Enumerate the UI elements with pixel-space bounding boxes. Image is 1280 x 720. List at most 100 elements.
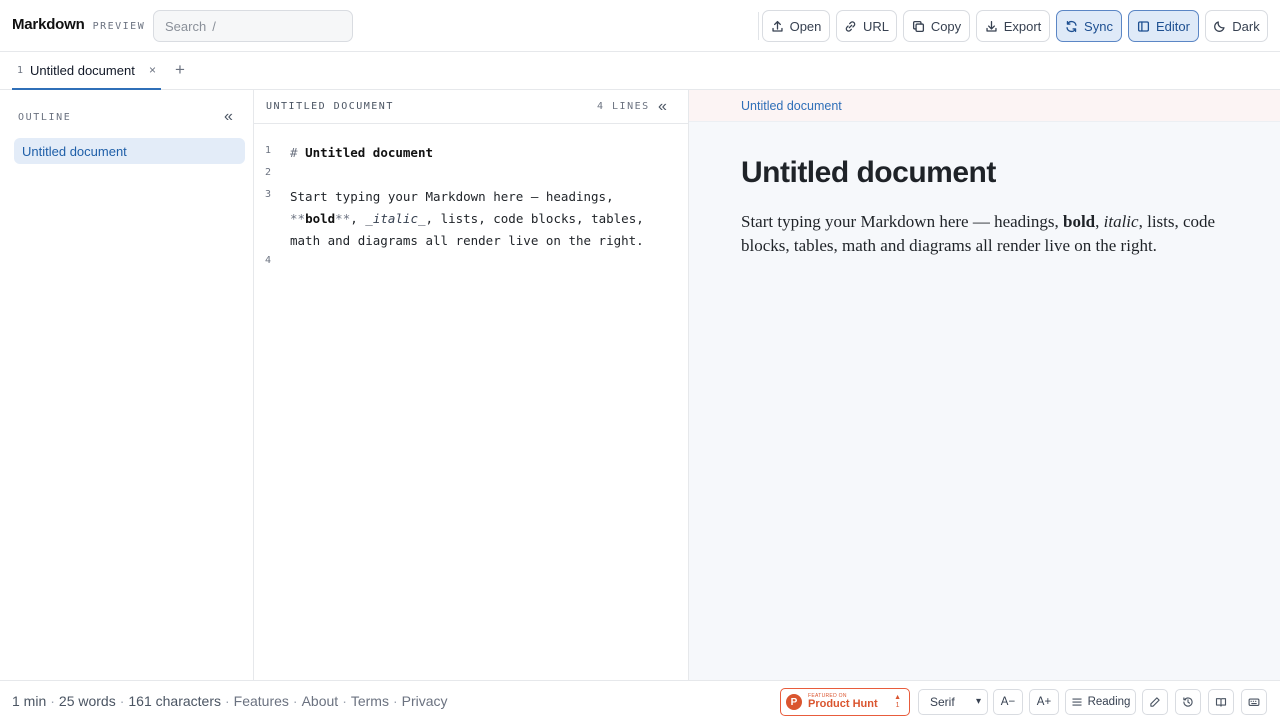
dark-mode-button[interactable]: Dark [1205,10,1268,42]
word-count: 25 words [58,693,116,709]
sync-icon [1066,20,1077,32]
char-count: 161 characters [128,693,221,709]
url-button[interactable]: URL [836,10,897,42]
copy-label: Copy [930,18,962,34]
increase-font-button[interactable]: A+ [1029,689,1059,715]
product-hunt-text: FEATURED ON Product Hunt [808,694,878,710]
font-select-value: Serif [930,695,955,709]
reading-icon [1071,698,1082,706]
search-input[interactable]: Search / [153,10,353,42]
upvote-icon: ▲ [894,694,901,701]
preview-italic: italic [1103,212,1139,231]
separator: · [225,693,230,709]
md-bold-text: bold [305,211,336,226]
code-line: **bold**, _italic_, lists, code blocks, … [290,208,644,230]
keyboard-button[interactable] [1241,689,1267,715]
brand-name: Markdown [12,16,85,33]
privacy-link[interactable]: Privacy [402,693,448,709]
reading-label: Reading [1087,696,1131,708]
dark-label: Dark [1232,18,1260,34]
code-line: math and diagrams all render live on the… [290,233,644,248]
moon-icon [1214,20,1225,32]
link-icon [845,20,856,32]
md-heading-mark: # [290,145,306,160]
product-hunt-badge[interactable]: P FEATURED ON Product Hunt ▲ 1 [780,688,910,716]
chevron-down-icon: ▾ [975,696,981,707]
md-text: , [350,211,366,226]
top-bar: Markdown PREVIEW Search / Open URL Copy … [0,0,1280,52]
preview-text: , [1095,212,1104,231]
separator: · [342,693,347,709]
preview-heading: Untitled document [741,156,996,189]
product-hunt-label: Product Hunt [808,698,878,710]
copy-button[interactable]: Copy [903,10,970,42]
close-icon[interactable]: × [149,63,156,77]
outline-sidebar: OUTLINE « Untitled document [0,90,254,680]
pencil-button[interactable] [1142,689,1168,715]
outline-item[interactable]: Untitled document [14,138,245,164]
pencil-icon [1150,697,1160,707]
document-stats: 1 min · 25 words · 161 characters · Feat… [12,693,448,709]
url-label: URL [862,18,889,34]
collapse-editor-icon[interactable]: « [658,99,667,115]
decrease-font-button[interactable]: A− [993,689,1023,715]
sync-button[interactable]: Sync [1056,10,1122,42]
book-button[interactable] [1208,689,1234,715]
tab-document[interactable]: 1 Untitled document × [12,52,161,90]
breadcrumb: Untitled document [689,90,1280,122]
separator: · [119,693,125,709]
line-number: 3 [265,189,272,200]
preview-pane: Untitled document Untitled document Star… [689,90,1280,680]
md-text: , lists, code blocks, tables, [425,211,644,226]
features-link[interactable]: Features [234,693,289,709]
product-hunt-votes: ▲ 1 [894,694,901,710]
book-icon [1215,698,1227,707]
outline-title: OUTLINE [18,112,72,123]
tab-title: Untitled document [30,62,135,78]
separator: · [392,693,398,709]
reading-mode-button[interactable]: Reading [1065,689,1136,715]
download-icon [986,20,997,32]
open-button[interactable]: Open [762,10,830,42]
md-heading-text: Untitled document [305,145,433,160]
md-bold-mark: ** [290,211,306,226]
editor-toggle-button[interactable]: Editor [1128,10,1199,42]
code-line: # Untitled document [290,142,433,164]
md-italic-text: _italic_ [365,211,426,226]
history-button[interactable] [1175,689,1201,715]
status-bar: 1 min · 25 words · 161 characters · Feat… [0,680,1280,720]
separator: · [292,693,298,709]
vote-count: 1 [895,702,900,709]
tab-number: 1 [17,64,24,76]
upload-icon [771,20,783,32]
panel-icon [1137,20,1150,32]
add-tab-button[interactable]: + [175,60,185,80]
copy-icon [912,20,924,32]
md-bold-mark: ** [335,211,351,226]
export-button[interactable]: Export [976,10,1050,42]
editor-title: UNTITLED DOCUMENT [266,101,394,112]
brand: Markdown PREVIEW [12,16,145,33]
preview-paragraph: Start typing your Markdown here — headin… [741,210,1241,258]
terms-link[interactable]: Terms [351,693,389,709]
collapse-outline-icon[interactable]: « [224,109,233,125]
about-link[interactable]: About [302,693,339,709]
font-family-select[interactable]: Serif ▾ [918,689,988,715]
line-number: 4 [265,255,272,266]
open-label: Open [789,18,822,34]
search-placeholder: Search [165,18,207,34]
brand-tag: PREVIEW [92,21,146,32]
line-number: 2 [265,167,272,178]
breadcrumb-link[interactable]: Untitled document [741,99,842,113]
toolbar-divider [758,12,759,40]
read-time: 1 min [12,693,47,709]
sync-label: Sync [1084,18,1113,34]
line-number: 1 [265,145,272,156]
separator: · [50,693,55,709]
preview-bold: bold [1063,212,1096,231]
editor-header: UNTITLED DOCUMENT 4 LINES « [254,90,688,124]
editor-pane[interactable]: UNTITLED DOCUMENT 4 LINES « 1 # Untitled… [254,90,689,680]
preview-text: Start typing your Markdown here — headin… [741,212,1063,231]
editor-label: Editor [1156,18,1190,34]
search-shortcut: / [212,18,216,34]
